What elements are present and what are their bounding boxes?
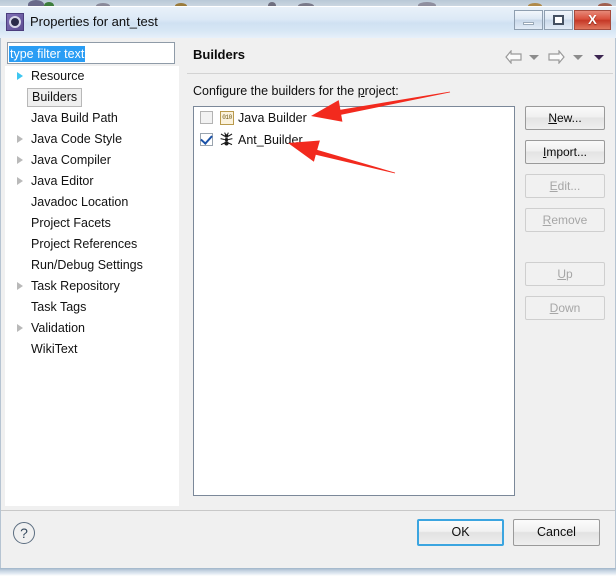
instruction-text-post: roject: [364, 84, 399, 98]
sidebar-item-resource[interactable]: Resource [5, 66, 179, 87]
expand-chevron-right-icon[interactable] [17, 282, 23, 290]
checkmark-icon [200, 132, 213, 145]
button-label-rest: emove [551, 213, 588, 227]
checkbox-unchecked[interactable] [200, 111, 213, 124]
checkbox-checked[interactable] [200, 132, 213, 146]
button-label-rest: ew... [556, 111, 582, 125]
sidebar-item-label: Java Editor [31, 174, 94, 188]
builder-list-item[interactable]: Ant_Builder [194, 129, 514, 151]
button-label-rest: mport... [546, 145, 588, 159]
sidebar-item-java-compiler[interactable]: Java Compiler [5, 150, 179, 171]
window-titlebar[interactable]: Properties for ant_test X [0, 6, 616, 38]
builders-list[interactable]: 010 Java Builder Ant_Builder [193, 106, 515, 496]
sidebar-item-javadoc-location[interactable]: Javadoc Location [5, 192, 179, 213]
filter-input-value: type filter text [9, 46, 86, 62]
sidebar-item-validation[interactable]: Validation [5, 318, 179, 339]
page-title: Builders [193, 47, 246, 62]
sidebar-item-project-references[interactable]: Project References [5, 234, 179, 255]
page-title-divider [187, 73, 613, 74]
sidebar-item-java-editor[interactable]: Java Editor [5, 171, 179, 192]
sidebar-item-label: Resource [31, 69, 85, 83]
new-builder-button[interactable]: New... [525, 106, 605, 130]
sidebar-item-project-facets[interactable]: Project Facets [5, 213, 179, 234]
instruction-label: Configure the builders for the project: [193, 84, 399, 98]
close-icon: X [588, 12, 597, 27]
instruction-text-pre: Configure the builders for the [193, 84, 358, 98]
dialog-client-area: type filter text Resource Builders Java Bu… [0, 38, 616, 568]
sidebar-item-label: Java Code Style [31, 132, 123, 146]
builders-page: Builders Configure the builders for the … [187, 40, 613, 506]
sidebar-item-task-repository[interactable]: Task Repository [5, 276, 179, 297]
sidebar-item-label: Java Build Path [31, 111, 118, 125]
sidebar-item-label: WikiText [31, 342, 78, 356]
sidebar-item-run-debug-settings[interactable]: Run/Debug Settings [5, 255, 179, 276]
sidebar-item-label: Task Tags [31, 300, 87, 314]
sidebar-item-label: Project Facets [31, 216, 111, 230]
expand-chevron-right-icon[interactable] [17, 177, 23, 185]
view-menu-chevron-down-icon[interactable] [594, 55, 604, 60]
sidebar-item-java-build-path[interactable]: Java Build Path [5, 108, 179, 129]
button-label-rest: dit... [557, 179, 581, 193]
sidebar-item-builders[interactable]: Builders [5, 87, 179, 108]
page-navigation-toolbar[interactable] [504, 49, 609, 67]
button-mnemonic: E [549, 179, 558, 193]
close-button[interactable]: X [574, 10, 611, 30]
button-label-rest: own [558, 301, 581, 315]
sidebar-item-label: Project References [31, 237, 138, 251]
java-builder-010-icon: 010 [220, 111, 234, 125]
expand-chevron-right-icon[interactable] [17, 324, 23, 332]
button-mnemonic: N [548, 111, 557, 125]
arrow-right-icon[interactable] [548, 49, 566, 67]
maximize-icon [553, 15, 564, 25]
sidebar-item-label: Javadoc Location [31, 195, 129, 209]
cancel-button[interactable]: Cancel [513, 519, 600, 546]
window-title: Properties for ant_test [30, 14, 158, 29]
properties-gear-icon [6, 13, 24, 31]
gear-glyph [9, 16, 21, 28]
instruction-mnemonic: p [357, 84, 365, 98]
sidebar-item-wikitext[interactable]: WikiText [5, 339, 179, 360]
button-mnemonic: U [557, 267, 566, 281]
import-builder-button[interactable]: Import... [525, 140, 605, 164]
builder-list-item[interactable]: 010 Java Builder [194, 107, 514, 129]
move-down-button: Down [525, 296, 605, 320]
window-bottom-edge [0, 568, 616, 576]
sidebar-item-label: Builders [27, 88, 83, 107]
remove-builder-button: Remove [525, 208, 605, 232]
button-mnemonic: R [542, 213, 552, 227]
settings-tree[interactable]: Resource Builders Java Build Path Java Code… [5, 66, 179, 506]
move-up-button: Up [525, 262, 605, 286]
builder-name-label: Java Builder [238, 111, 307, 125]
expand-chevron-right-icon[interactable] [17, 156, 23, 164]
forward-history-chevron-down-icon[interactable] [572, 55, 583, 60]
footer-divider [1, 510, 615, 511]
ant-builder-icon [219, 132, 233, 146]
expand-chevron-right-icon[interactable] [17, 72, 23, 80]
minimize-icon [523, 22, 534, 25]
minimize-button[interactable] [514, 10, 543, 30]
sidebar-item-label: Run/Debug Settings [31, 258, 143, 272]
builder-name-label: Ant_Builder [238, 133, 303, 147]
back-history-chevron-down-icon[interactable] [528, 55, 539, 60]
sidebar-item-label: Validation [31, 321, 85, 335]
sidebar-item-task-tags[interactable]: Task Tags [5, 297, 179, 318]
button-label-rest: p [565, 267, 573, 281]
sidebar-item-label: Task Repository [31, 279, 120, 293]
sidebar-item-label: Java Compiler [31, 153, 111, 167]
maximize-button[interactable] [544, 10, 573, 30]
edit-builder-button: Edit... [525, 174, 605, 198]
filter-input[interactable]: type filter text [7, 42, 175, 64]
expand-chevron-right-icon[interactable] [17, 135, 23, 143]
arrow-left-icon[interactable] [504, 49, 522, 67]
ok-button[interactable]: OK [417, 519, 504, 546]
properties-dialog-window: Properties for ant_test X type filter te… [0, 0, 616, 568]
settings-navigation-pane: type filter text Resource Builders Java Bu… [5, 40, 179, 506]
help-icon[interactable]: ? [13, 522, 35, 544]
sidebar-item-java-code-style[interactable]: Java Code Style [5, 129, 179, 150]
